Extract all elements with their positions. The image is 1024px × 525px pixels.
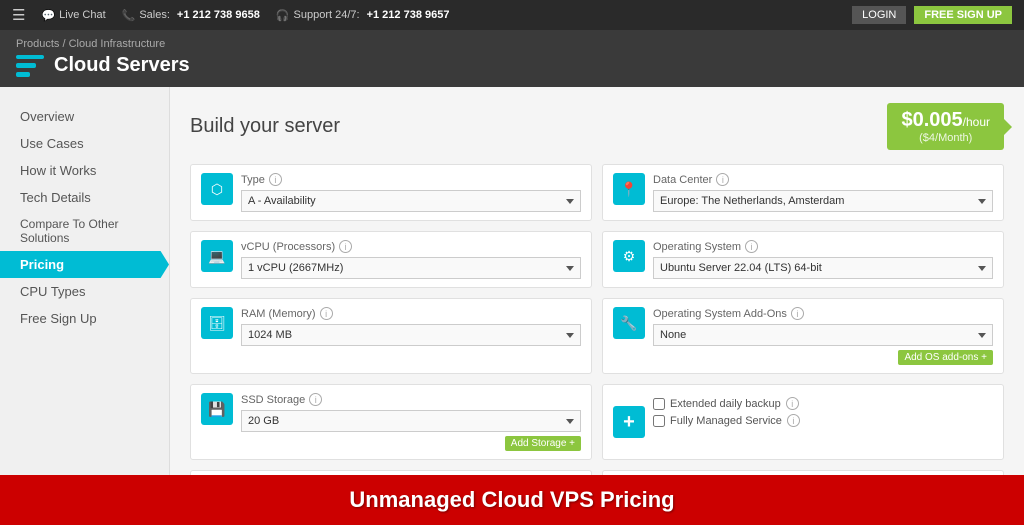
type-icon: ⬡: [201, 173, 233, 205]
topbar-right: LOGIN FREE SIGN UP: [852, 6, 1012, 24]
datacenter-config: 📍 Data Center i Europe: The Netherlands,…: [602, 164, 1004, 221]
ram-info-icon[interactable]: i: [320, 307, 333, 320]
publicips-config: 🖥 Public IPs i 1 next step: SIGN UP FOR …: [602, 470, 1004, 475]
ssd-select[interactable]: 20 GB: [241, 410, 581, 432]
vcpu-body: vCPU (Processors) i 1 vCPU (2667MHz): [241, 240, 581, 279]
traffic-config: 🕐 Internet Traffic included i 5000 GB/mo…: [190, 470, 592, 475]
topbar-left: ☰ 💬 Live Chat 📞 Sales: +1 212 738 9658 🎧…: [12, 6, 449, 24]
cloud-servers-icon: [16, 55, 44, 77]
main-layout: Overview Use Cases How it Works Tech Det…: [0, 87, 1024, 475]
price-amount: $0.005/hour: [901, 109, 990, 132]
os-select[interactable]: Ubuntu Server 22.04 (LTS) 64-bit: [653, 257, 993, 279]
sidebar-item-compare[interactable]: Compare To Other Solutions: [0, 211, 169, 251]
os-label: Operating System i: [653, 240, 993, 253]
sidebar-item-free-signup[interactable]: Free Sign Up: [0, 305, 169, 332]
plus-icon: +: [613, 406, 645, 438]
sidebar-item-tech-details[interactable]: Tech Details: [0, 184, 169, 211]
content-header: Build your server $0.005/hour ($4/Month): [190, 103, 1004, 150]
ssd-icon: 💾: [201, 393, 233, 425]
datacenter-icon: 📍: [613, 173, 645, 205]
vcpu-label: vCPU (Processors) i: [241, 240, 581, 253]
type-info-icon[interactable]: i: [269, 173, 282, 186]
datacenter-label: Data Center i: [653, 173, 993, 186]
ssd-label: SSD Storage i: [241, 393, 581, 406]
sidebar: Overview Use Cases How it Works Tech Det…: [0, 87, 170, 475]
chat-icon: 💬: [41, 9, 55, 22]
login-button[interactable]: LOGIN: [852, 6, 906, 24]
hamburger-icon[interactable]: ☰: [12, 6, 25, 24]
breadcrumb: Products / Cloud Infrastructure: [16, 38, 1008, 50]
add-storage-link[interactable]: Add Storage +: [505, 436, 581, 451]
sales-phone: 📞 Sales: +1 212 738 9658: [122, 9, 260, 22]
main-content: Build your server $0.005/hour ($4/Month)…: [170, 87, 1024, 475]
datacenter-body: Data Center i Europe: The Netherlands, A…: [653, 173, 993, 212]
live-chat[interactable]: 💬 Live Chat: [41, 9, 105, 22]
banner-text: Unmanaged Cloud VPS Pricing: [349, 487, 674, 513]
topbar: ☰ 💬 Live Chat 📞 Sales: +1 212 738 9658 🎧…: [0, 0, 1024, 30]
sidebar-item-how-it-works[interactable]: How it Works: [0, 157, 169, 184]
backup-checkbox[interactable]: [653, 398, 665, 410]
vcpu-info-icon[interactable]: i: [339, 240, 352, 253]
page-title: Cloud Servers: [16, 54, 1008, 77]
headset-icon: 🎧: [276, 9, 290, 22]
bottom-banner: Unmanaged Cloud VPS Pricing: [0, 475, 1024, 525]
managed-info-icon[interactable]: i: [787, 414, 800, 427]
ram-body: RAM (Memory) i 1024 MB: [241, 307, 581, 346]
ssd-body: SSD Storage i 20 GB Add Storage +: [241, 393, 581, 451]
ram-select[interactable]: 1024 MB: [241, 324, 581, 346]
type-config: ⬡ Type i A - Availability: [190, 164, 592, 221]
price-badge: $0.005/hour ($4/Month): [887, 103, 1004, 150]
type-label: Type i: [241, 173, 581, 186]
ram-label: RAM (Memory) i: [241, 307, 581, 320]
config-grid: ⬡ Type i A - Availability 📍 Data Center: [190, 164, 1004, 475]
build-server-title: Build your server: [190, 115, 340, 138]
support-phone: 🎧 Support 24/7: +1 212 738 9657: [276, 9, 450, 22]
breadcrumb-cloud: Cloud Infrastructure: [69, 38, 166, 50]
os-config: ⚙ Operating System i Ubuntu Server 22.04…: [602, 231, 1004, 288]
backup-info-icon[interactable]: i: [786, 397, 799, 410]
extras-config: + Extended daily backup i Fully Managed …: [602, 384, 1004, 460]
datacenter-select[interactable]: Europe: The Netherlands, Amsterdam: [653, 190, 993, 212]
os-addons-icon: 🔧: [613, 307, 645, 339]
os-addons-config: 🔧 Operating System Add-Ons i None Add OS…: [602, 298, 1004, 374]
sidebar-item-cpu-types[interactable]: CPU Types: [0, 278, 169, 305]
os-info-icon[interactable]: i: [745, 240, 758, 253]
ssd-config: 💾 SSD Storage i 20 GB Add Storage +: [190, 384, 592, 460]
checkbox-area: Extended daily backup i Fully Managed Se…: [653, 397, 993, 427]
os-addons-info-icon[interactable]: i: [791, 307, 804, 320]
add-os-addons-link[interactable]: Add OS add-ons +: [898, 350, 993, 365]
os-icon: ⚙: [613, 240, 645, 272]
page-header: Products / Cloud Infrastructure Cloud Se…: [0, 30, 1024, 87]
price-month: ($4/Month): [901, 132, 990, 144]
type-select[interactable]: A - Availability: [241, 190, 581, 212]
os-addons-select[interactable]: None: [653, 324, 993, 346]
sidebar-item-use-cases[interactable]: Use Cases: [0, 130, 169, 157]
breadcrumb-products[interactable]: Products: [16, 38, 59, 50]
extras-body: Extended daily backup i Fully Managed Se…: [653, 393, 993, 427]
vcpu-config: 💻 vCPU (Processors) i 1 vCPU (2667MHz): [190, 231, 592, 288]
datacenter-info-icon[interactable]: i: [716, 173, 729, 186]
os-addons-label: Operating System Add-Ons i: [653, 307, 993, 320]
managed-checkbox[interactable]: [653, 415, 665, 427]
backup-row: Extended daily backup i: [653, 397, 993, 410]
sidebar-item-overview[interactable]: Overview: [0, 103, 169, 130]
vcpu-select[interactable]: 1 vCPU (2667MHz): [241, 257, 581, 279]
free-signup-button[interactable]: FREE SIGN UP: [914, 6, 1012, 24]
os-body: Operating System i Ubuntu Server 22.04 (…: [653, 240, 993, 279]
managed-row: Fully Managed Service i: [653, 414, 993, 427]
phone-icon: 📞: [122, 9, 136, 22]
sidebar-item-pricing[interactable]: Pricing: [0, 251, 169, 278]
ram-icon: 🗄: [201, 307, 233, 339]
ssd-info-icon[interactable]: i: [309, 393, 322, 406]
ram-config: 🗄 RAM (Memory) i 1024 MB: [190, 298, 592, 374]
vcpu-icon: 💻: [201, 240, 233, 272]
os-addons-body: Operating System Add-Ons i None Add OS a…: [653, 307, 993, 365]
type-body: Type i A - Availability: [241, 173, 581, 212]
